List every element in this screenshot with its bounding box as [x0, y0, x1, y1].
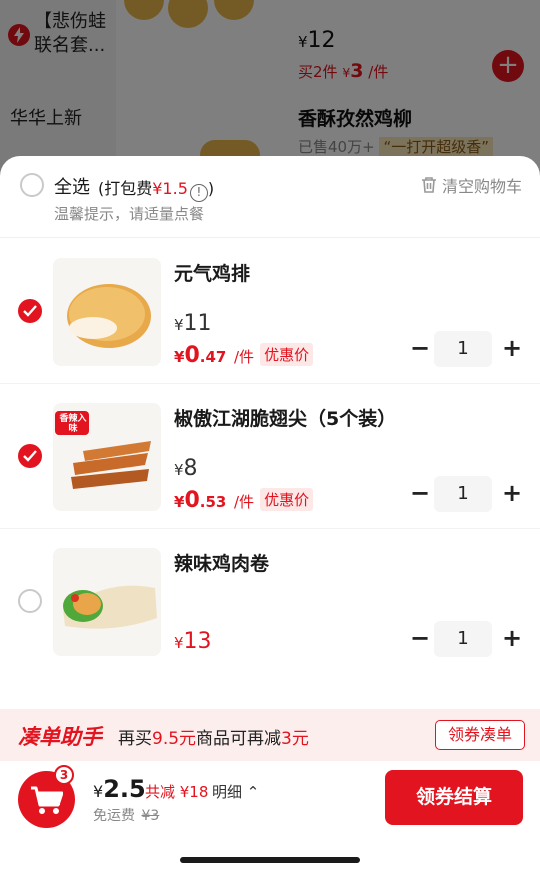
item-checkbox[interactable]	[18, 444, 42, 468]
item-checkbox[interactable]	[18, 299, 42, 323]
trash-icon	[421, 177, 436, 193]
item-original-price: ¥11	[174, 311, 212, 336]
discount-tag: 优惠价	[260, 343, 314, 366]
get-coupon-button[interactable]: 领券凑单	[435, 720, 525, 750]
cart-sheet: 全选 (打包费¥1.5!) 温馨提示，请适量点餐 清空购物车 元气鸡排 ¥11 …	[0, 156, 540, 874]
minus-button[interactable]: −	[410, 621, 430, 657]
product-badge-text: 香辣入味	[59, 414, 87, 434]
cart-icon	[31, 786, 63, 814]
price-detail-toggle[interactable]: 明细 ⌃	[212, 781, 259, 802]
chevron-up-icon: ⌃	[242, 783, 260, 801]
quantity-stepper: − 1 +	[410, 331, 522, 367]
quantity-stepper: − 1 +	[410, 621, 522, 657]
plus-button[interactable]: +	[502, 331, 522, 367]
total-reduction: 共减 ¥18	[145, 783, 209, 801]
minus-button[interactable]: −	[410, 476, 430, 512]
order-helper-bar: 凑单助手 再买9.5元商品可再减3元 领券凑单	[0, 709, 540, 761]
order-tip: 温馨提示，请适量点餐	[54, 205, 205, 223]
checkmark-icon	[23, 305, 37, 317]
quantity-value[interactable]: 1	[434, 476, 492, 512]
home-indicator	[180, 857, 360, 863]
shipping-fee: 免运费 ¥3	[93, 808, 160, 824]
cart-header: 全选 (打包费¥1.5!) 温馨提示，请适量点餐 清空购物车	[0, 156, 540, 238]
checkmark-icon	[23, 450, 37, 462]
order-helper-text: 再买9.5元商品可再减3元	[118, 729, 309, 749]
cart-item: 辣味鸡肉卷 ¥13 − 1 +	[0, 529, 540, 674]
item-checkbox[interactable]	[18, 589, 42, 613]
item-name: 椒傲江湖脆翅尖（5个装）	[174, 408, 397, 430]
packing-fee: (打包费¥1.5!)	[98, 175, 214, 202]
product-image-chicken-cutlet	[53, 258, 161, 366]
item-name: 辣味鸡肉卷	[174, 553, 270, 575]
plus-button[interactable]: +	[502, 476, 522, 512]
quantity-value[interactable]: 1	[434, 331, 492, 367]
cart-count-badge: 3	[54, 765, 74, 785]
quantity-value[interactable]: 1	[434, 621, 492, 657]
order-helper-title: 凑单助手	[18, 725, 102, 749]
clear-cart-button[interactable]: 清空购物车	[420, 173, 522, 197]
quantity-stepper: − 1 +	[410, 476, 522, 512]
minus-button[interactable]: −	[410, 331, 430, 367]
item-discount-price: ¥0.53 /件 优惠价	[174, 488, 314, 513]
select-all-checkbox[interactable]	[20, 173, 44, 197]
select-all-label[interactable]: 全选	[54, 173, 90, 199]
cart-item: 香辣入味 椒傲江湖脆翅尖（5个装） ¥8 ¥0.53 /件 优惠价 − 1 +	[0, 384, 540, 529]
item-original-price: ¥8	[174, 456, 198, 481]
item-name: 元气鸡排	[174, 263, 251, 285]
checkout-button[interactable]: 领券结算	[385, 770, 523, 825]
total-price: ¥2.5	[93, 775, 146, 803]
plus-button[interactable]: +	[502, 621, 522, 657]
item-discount-price: ¥0.47 /件 优惠价	[174, 343, 314, 368]
cart-item: 元气鸡排 ¥11 ¥0.47 /件 优惠价 − 1 +	[0, 239, 540, 384]
product-image-chicken-wrap	[53, 548, 161, 656]
info-icon[interactable]: !	[189, 184, 208, 202]
discount-tag: 优惠价	[260, 488, 314, 511]
checkout-footer: 3 ¥2.5 共减 ¥18 明细 ⌃ 免运费 ¥3 领券结算	[0, 761, 540, 874]
item-price: ¥13	[174, 629, 212, 654]
product-image-wing-tips: 香辣入味	[53, 403, 161, 511]
